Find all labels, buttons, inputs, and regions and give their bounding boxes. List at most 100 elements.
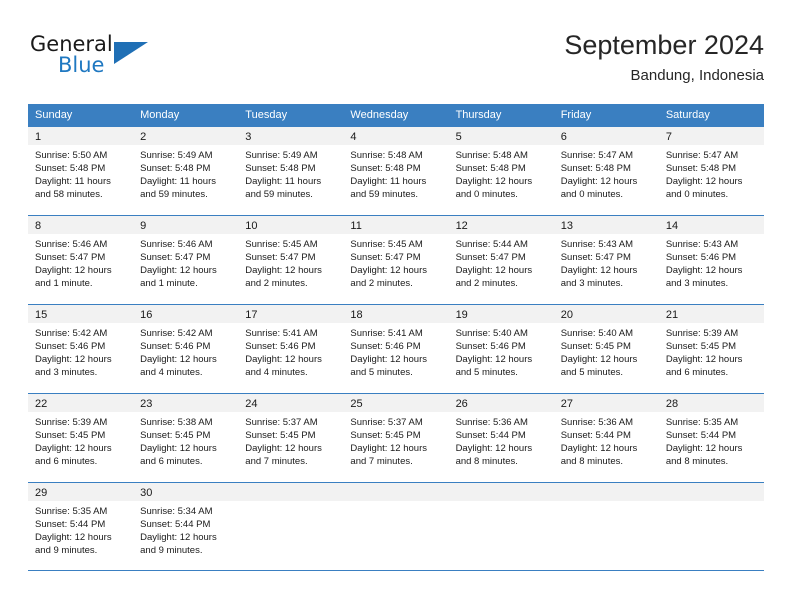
day-details: Sunrise: 5:42 AM Sunset: 5:46 PM Daylight:… xyxy=(133,323,238,379)
day-cell-17[interactable]: 17 Sunrise: 5:41 AM Sunset: 5:46 PM Dayligh… xyxy=(238,305,344,393)
day-cell-22[interactable]: 22 Sunrise: 5:39 AM Sunset: 5:45 PM Dayligh… xyxy=(28,394,134,482)
weekday-header-row: Sunday Monday Tuesday Wednesday Thursday Frid… xyxy=(28,104,764,126)
day-cell-15[interactable]: 15 Sunrise: 5:42 AM Sunset: 5:46 PM Dayligh… xyxy=(28,305,134,393)
sunrise-time: Sunrise: 5:34 AM xyxy=(140,506,213,517)
day-cell-27[interactable]: 27 Sunrise: 5:36 AM Sunset: 5:44 PM Dayligh… xyxy=(553,394,659,482)
day-cell-11[interactable]: 11 Sunrise: 5:45 AM Sunset: 5:47 PM Dayligh… xyxy=(343,216,449,304)
day-number-bar: 18 xyxy=(343,305,449,323)
daylight-duration: Daylight: 12 hours and 7 minutes. xyxy=(245,443,322,467)
daylight-duration: Daylight: 11 hours and 58 minutes. xyxy=(35,176,111,200)
day-cell-13[interactable]: 13 Sunrise: 5:43 AM Sunset: 5:47 PM Dayligh… xyxy=(553,216,659,304)
day-number: 14 xyxy=(665,220,679,232)
sunrise-time: Sunrise: 5:45 AM xyxy=(350,239,423,250)
day-cell-empty xyxy=(343,483,449,570)
day-cell-29[interactable]: 29 Sunrise: 5:35 AM Sunset: 5:44 PM Dayligh… xyxy=(28,483,134,570)
daylight-duration: Daylight: 12 hours and 3 minutes. xyxy=(35,354,112,378)
weekday-header-friday: Friday xyxy=(560,109,592,121)
daylight-duration: Daylight: 12 hours and 5 minutes. xyxy=(560,354,638,378)
sunset-time: Sunset: 5:45 PM xyxy=(35,430,106,441)
day-cell-empty xyxy=(553,483,659,570)
day-number-bar: 9 xyxy=(133,216,239,234)
day-number-bar: 10 xyxy=(238,216,344,234)
day-details: Sunrise: 5:46 AM Sunset: 5:47 PM Daylight:… xyxy=(133,234,238,290)
day-cell-30[interactable]: 30 Sunrise: 5:34 AM Sunset: 5:44 PM Dayligh… xyxy=(133,483,239,570)
sunset-time: Sunset: 5:47 PM xyxy=(560,252,631,263)
day-details: Sunrise: 5:38 AM Sunset: 5:45 PM Daylight:… xyxy=(133,412,238,468)
sunrise-time: Sunrise: 5:41 AM xyxy=(245,328,318,339)
day-cell-25[interactable]: 25 Sunrise: 5:37 AM Sunset: 5:45 PM Dayligh… xyxy=(343,394,449,482)
day-number: 8 xyxy=(35,220,42,232)
day-cell-20[interactable]: 20 Sunrise: 5:40 AM Sunset: 5:45 PM Dayligh… xyxy=(553,305,659,393)
page-header: General Blue September 2024 Bandung, Ind… xyxy=(28,28,764,90)
day-number: 20 xyxy=(560,309,573,321)
day-number: 22 xyxy=(35,398,48,410)
day-cell-4[interactable]: 4 Sunrise: 5:48 AM Sunset: 5:48 PM Daylight… xyxy=(343,127,449,215)
day-cell-8[interactable]: 8 Sunrise: 5:46 AM Sunset: 5:47 PM Daylight… xyxy=(28,216,134,304)
day-cell-23[interactable]: 23 Sunrise: 5:38 AM Sunset: 5:45 PM Dayligh… xyxy=(133,394,239,482)
day-cell-9[interactable]: 9 Sunrise: 5:46 AM Sunset: 5:47 PM Daylight… xyxy=(133,216,239,304)
day-cell-7[interactable]: 7 Sunrise: 5:47 AM Sunset: 5:48 PM Daylight… xyxy=(658,127,764,215)
day-number: 19 xyxy=(455,309,468,321)
weekday-header-monday: Monday xyxy=(140,109,180,121)
sunset-time: Sunset: 5:47 PM xyxy=(245,252,316,263)
sunset-time: Sunset: 5:44 PM xyxy=(560,430,631,441)
sunset-time: Sunset: 5:47 PM xyxy=(455,252,526,263)
day-cell-empty xyxy=(658,483,764,570)
day-cell-3[interactable]: 3 Sunrise: 5:49 AM Sunset: 5:48 PM Daylight… xyxy=(238,127,344,215)
day-cell-2[interactable]: 2 Sunrise: 5:49 AM Sunset: 5:48 PM Daylight… xyxy=(133,127,239,215)
logo-text-blue: Blue xyxy=(58,53,105,77)
general-blue-logo[interactable]: General Blue xyxy=(28,32,218,88)
day-cell-26[interactable]: 26 Sunrise: 5:36 AM Sunset: 5:44 PM Dayligh… xyxy=(448,394,554,482)
day-details: Sunrise: 5:37 AM Sunset: 5:45 PM Daylight:… xyxy=(343,412,448,468)
page-subtitle: Bandung, Indonesia xyxy=(630,67,764,84)
sunset-time: Sunset: 5:48 PM xyxy=(35,163,106,174)
day-cell-6[interactable]: 6 Sunrise: 5:47 AM Sunset: 5:48 PM Daylight… xyxy=(553,127,659,215)
day-cell-14[interactable]: 14 Sunrise: 5:43 AM Sunset: 5:46 PM Dayligh… xyxy=(658,216,764,304)
day-cell-1[interactable]: 1 Sunrise: 5:50 AM Sunset: 5:48 PM Daylight… xyxy=(28,127,134,215)
sunset-time: Sunset: 5:45 PM xyxy=(665,341,737,352)
day-details: Sunrise: 5:36 AM Sunset: 5:44 PM Daylight:… xyxy=(554,412,659,468)
sunrise-time: Sunrise: 5:41 AM xyxy=(350,328,423,339)
daylight-duration: Daylight: 12 hours and 8 minutes. xyxy=(455,443,533,467)
day-cell-5[interactable]: 5 Sunrise: 5:48 AM Sunset: 5:48 PM Daylight… xyxy=(448,127,554,215)
calendar-week-row: 22 Sunrise: 5:39 AM Sunset: 5:45 PM Dayligh… xyxy=(28,393,764,482)
day-details: Sunrise: 5:47 AM Sunset: 5:48 PM Daylight:… xyxy=(554,145,659,201)
sunrise-time: Sunrise: 5:42 AM xyxy=(35,328,108,339)
day-details: Sunrise: 5:36 AM Sunset: 5:44 PM Daylight:… xyxy=(449,412,554,468)
daylight-duration: Daylight: 12 hours and 2 minutes. xyxy=(245,265,322,289)
day-number: 26 xyxy=(455,398,468,410)
sunset-time: Sunset: 5:48 PM xyxy=(350,163,421,174)
daylight-duration: Daylight: 12 hours and 8 minutes. xyxy=(665,443,743,467)
calendar-weeks: 1 Sunrise: 5:50 AM Sunset: 5:48 PM Daylight… xyxy=(28,126,764,571)
day-cell-empty xyxy=(238,483,344,570)
day-details xyxy=(659,501,764,505)
sunrise-time: Sunrise: 5:48 AM xyxy=(455,150,528,161)
day-details: Sunrise: 5:46 AM Sunset: 5:47 PM Daylight:… xyxy=(28,234,133,290)
day-number-bar: 12 xyxy=(448,216,554,234)
day-number-bar: 1 xyxy=(28,127,134,145)
daylight-duration: Daylight: 12 hours and 6 minutes. xyxy=(35,443,112,467)
day-cell-21[interactable]: 21 Sunrise: 5:39 AM Sunset: 5:45 PM Dayligh… xyxy=(658,305,764,393)
sunrise-time: Sunrise: 5:49 AM xyxy=(245,150,318,161)
day-number-bar: 7 xyxy=(658,127,764,145)
sunset-time: Sunset: 5:44 PM xyxy=(140,519,211,530)
day-details xyxy=(343,501,448,505)
sunrise-time: Sunrise: 5:37 AM xyxy=(245,417,318,428)
daylight-duration: Daylight: 12 hours and 7 minutes. xyxy=(350,443,427,467)
daylight-duration: Daylight: 11 hours and 59 minutes. xyxy=(245,176,322,200)
day-number-bar xyxy=(448,483,554,501)
day-cell-16[interactable]: 16 Sunrise: 5:42 AM Sunset: 5:46 PM Dayligh… xyxy=(133,305,239,393)
day-cell-18[interactable]: 18 Sunrise: 5:41 AM Sunset: 5:46 PM Dayligh… xyxy=(343,305,449,393)
day-cell-12[interactable]: 12 Sunrise: 5:44 AM Sunset: 5:47 PM Dayligh… xyxy=(448,216,554,304)
sunrise-time: Sunrise: 5:37 AM xyxy=(350,417,423,428)
day-details: Sunrise: 5:35 AM Sunset: 5:44 PM Daylight:… xyxy=(659,412,764,468)
day-cell-24[interactable]: 24 Sunrise: 5:37 AM Sunset: 5:45 PM Dayligh… xyxy=(238,394,344,482)
daylight-duration: Daylight: 12 hours and 8 minutes. xyxy=(560,443,638,467)
day-number-bar: 6 xyxy=(553,127,659,145)
day-cell-10[interactable]: 10 Sunrise: 5:45 AM Sunset: 5:47 PM Dayligh… xyxy=(238,216,344,304)
day-details: Sunrise: 5:49 AM Sunset: 5:48 PM Daylight:… xyxy=(133,145,238,201)
weekday-header-thursday: Thursday xyxy=(455,109,502,121)
day-cell-19[interactable]: 19 Sunrise: 5:40 AM Sunset: 5:46 PM Dayligh… xyxy=(448,305,554,393)
day-cell-28[interactable]: 28 Sunrise: 5:35 AM Sunset: 5:44 PM Dayligh… xyxy=(658,394,764,482)
day-details: Sunrise: 5:47 AM Sunset: 5:48 PM Daylight:… xyxy=(659,145,764,201)
